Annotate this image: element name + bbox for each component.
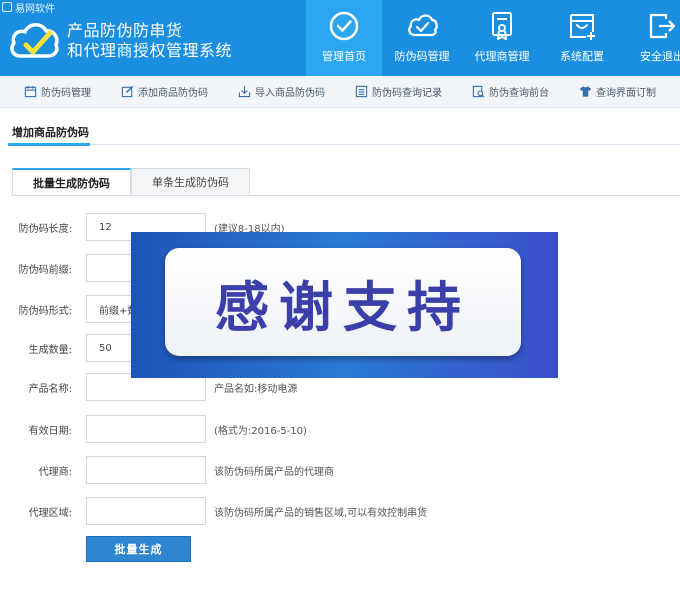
expiry-date-input[interactable] (86, 415, 206, 443)
nav-item-home-label: 管理首页 (322, 50, 366, 63)
brand-tag: 易网软件 (2, 1, 55, 15)
code-length-label: 防伪码长度: (18, 223, 72, 235)
nav-item-codes[interactable]: 防伪码管理 (382, 0, 462, 76)
agent-hint: 该防伪码所属产品的代理商 (214, 466, 334, 478)
subnav-item-query-front[interactable]: 防伪查询前台 (472, 84, 549, 99)
code-format-label: 防伪码形式: (18, 305, 72, 317)
expiry-date-label: 有效日期: (28, 425, 72, 437)
cloud-check-logo-icon (10, 23, 59, 58)
subnav-item-custom-ui[interactable]: 查询界面订制 (579, 84, 656, 99)
brand-square-icon (2, 2, 12, 12)
check-circle-icon (329, 11, 359, 41)
app-header: 易网软件 产品防伪防串货 和代理商授权管理系统 管理首页 防伪码管理 代理商管理… (0, 0, 680, 76)
section-divider (8, 144, 680, 145)
thanks-banner-card: 感谢支持 (165, 248, 521, 356)
row-agent-region: 代理区域: 该防伪码所属产品的销售区域,可以有效控制串货 (0, 497, 427, 525)
nav-item-logout-label: 安全退出 (640, 50, 680, 63)
code-prefix-label: 防伪码前缀: (18, 264, 72, 276)
subnav-item-code-manage-label: 防伪码管理 (41, 88, 91, 99)
expiry-date-hint: (格式为:2016-5-10) (214, 425, 307, 437)
subnav-item-query-log-label: 防伪码查询记录 (372, 88, 442, 99)
thanks-banner: 感谢支持 (131, 232, 558, 378)
import-icon (238, 86, 251, 98)
calendar-icon (24, 85, 37, 98)
subnav-item-import-code[interactable]: 导入商品防伪码 (238, 84, 325, 99)
app-title-line1: 产品防伪防串货 (67, 21, 183, 40)
tab-batch-generate[interactable]: 批量生成防伪码 (12, 168, 131, 196)
subnav-item-import-code-label: 导入商品防伪码 (255, 88, 325, 99)
nav-item-logout[interactable]: 安全退出 (622, 0, 680, 76)
product-name-label: 产品名称: (28, 383, 72, 395)
subnav-item-query-log[interactable]: 防伪码查询记录 (355, 84, 442, 99)
edit-icon (121, 85, 134, 98)
row-expiry-date: 有效日期: (格式为:2016-5-10) (0, 415, 307, 443)
nav-item-codes-label: 防伪码管理 (394, 50, 450, 63)
nav-item-settings-label: 系统配置 (560, 50, 604, 63)
shirt-icon (579, 86, 592, 97)
subnav-item-custom-ui-label: 查询界面订制 (596, 88, 656, 99)
app-title-line2: 和代理商授权管理系统 (67, 41, 233, 60)
section-divider-accent (8, 143, 90, 146)
sub-nav: 防伪码管理 添加商品防伪码 导入商品防伪码 防伪码查询记录 防伪查询前台 查询界… (0, 76, 680, 108)
agent-region-label: 代理区域: (28, 507, 72, 519)
settings-box-icon (570, 14, 595, 40)
section-title: 增加商品防伪码 (12, 126, 89, 139)
tab-single-generate[interactable]: 单条生成防伪码 (131, 168, 250, 196)
agent-region-input[interactable] (86, 497, 206, 525)
nav-item-settings[interactable]: 系统配置 (542, 0, 622, 76)
tab-bar: 批量生成防伪码 单条生成防伪码 (12, 168, 250, 196)
list-icon (355, 85, 368, 98)
search-doc-icon (472, 85, 485, 98)
tab-divider (12, 195, 680, 196)
subnav-item-query-front-label: 防伪查询前台 (489, 88, 549, 99)
subnav-item-add-code-label: 添加商品防伪码 (138, 88, 208, 99)
agent-input[interactable] (86, 456, 206, 484)
subnav-item-code-manage[interactable]: 防伪码管理 (24, 84, 91, 99)
nav-item-agents-label: 代理商管理 (474, 50, 530, 63)
row-agent: 代理商: 该防伪码所属产品的代理商 (0, 456, 334, 484)
thanks-banner-text: 感谢支持 (215, 274, 471, 339)
app-title: 产品防伪防串货 和代理商授权管理系统 (67, 21, 232, 61)
brand-tag-label: 易网软件 (15, 3, 55, 15)
subnav-item-add-code[interactable]: 添加商品防伪码 (121, 84, 208, 99)
certificate-icon (492, 12, 512, 40)
agent-region-hint: 该防伪码所属产品的销售区域,可以有效控制串货 (214, 507, 428, 519)
nav-item-home[interactable]: 管理首页 (306, 0, 382, 76)
top-nav: 管理首页 防伪码管理 代理商管理 系统配置 安全退出 (306, 0, 680, 76)
cloud-check-icon (408, 14, 438, 37)
nav-item-agents[interactable]: 代理商管理 (462, 0, 542, 76)
batch-generate-button[interactable]: 批量生成 (86, 536, 191, 562)
logout-icon (649, 13, 676, 39)
product-name-hint: 产品名如:移动电源 (214, 383, 298, 395)
agent-label: 代理商: (38, 466, 72, 478)
quantity-label: 生成数量: (28, 344, 72, 356)
